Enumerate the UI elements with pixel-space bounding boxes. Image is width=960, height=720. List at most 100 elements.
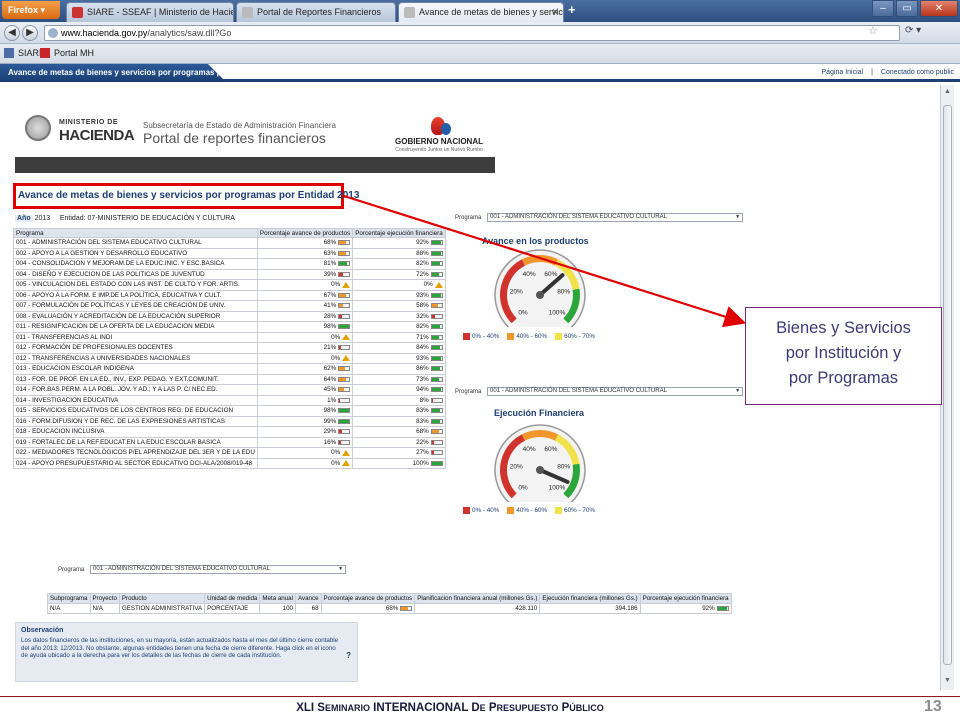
year-value: 2013 — [34, 215, 51, 222]
table-row[interactable]: 011 - TRANSFERENCIAS AL INDI 0% 71% — [13, 331, 446, 343]
progress-bar — [430, 376, 443, 382]
table-row[interactable]: 001 - ADMINISTRACIÓN DEL SISTEMA EDUCATI… — [13, 237, 446, 249]
tab-avance-metas[interactable]: Avance de metas de bienes y servicio... … — [398, 2, 564, 22]
program-name[interactable]: 011 - RESIGNIFICACION DE LA OFERTA DE LA… — [13, 321, 258, 333]
pct-cell: 21% — [256, 342, 354, 354]
col-avance[interactable]: Porcentaje avance de productos — [256, 228, 354, 238]
back-icon[interactable]: ◀ — [4, 25, 20, 41]
reload-icon[interactable]: ⟳ ▾ — [905, 25, 921, 36]
table-row[interactable]: 012 - FORMACIÓN DE PROFESIONALES DOCENTE… — [13, 342, 446, 354]
maximize-icon[interactable]: ▭ — [896, 0, 918, 17]
program-name[interactable]: 007 - FORMULACIÓN DE POLÍTICAS Y LEYES D… — [13, 300, 258, 312]
program-dropdown[interactable]: 001 - ADMINISTRACIÓN DEL SISTEMA EDUCATI… — [487, 213, 744, 222]
program-name[interactable]: 015 - SERVICIOS EDUCATIVOS DE LOS CENTRO… — [13, 405, 258, 417]
col-plan[interactable]: Planificacion financiera anual (millones… — [414, 593, 541, 604]
table-row[interactable]: 011 - RESIGNIFICACION DE LA OFERTA DE LA… — [13, 321, 446, 333]
progress-fill — [339, 377, 346, 381]
col-proyecto[interactable]: Proyecto — [89, 593, 120, 604]
progress-bar — [716, 606, 729, 611]
program-name[interactable]: 014 - INVESTIGACION EDUCATIVA — [13, 394, 258, 406]
minimize-icon[interactable]: – — [872, 0, 894, 17]
app-header: Avance de metas de bienes y servicios po… — [0, 64, 960, 82]
table-row[interactable]: 022 - MEDIADORES TECNOLÓGICOS P/EL APREN… — [13, 447, 446, 459]
program-name[interactable]: 019 - FORTALEC.DE LA REF.EDUCAT.EN LA ED… — [13, 436, 258, 448]
program-name[interactable]: 013 - EDUCACION ESCOLAR INDIGENA — [13, 363, 258, 375]
gobierno-nacional-logo: GOBIERNO NACIONAL Construyendo Juntos un… — [389, 117, 489, 157]
program-name[interactable]: 006 - APOYO A LA FORM. E IMP.DE LA POLÍT… — [13, 289, 258, 301]
bookmark-star-icon[interactable]: ☆ — [868, 24, 878, 37]
table-row[interactable]: 012 - TRANSFERENCIAS A UNIVERSIDADES NAC… — [13, 352, 446, 364]
scroll-thumb[interactable] — [943, 105, 952, 665]
pct-cell: 81% — [256, 258, 354, 270]
program-name[interactable]: 022 - MEDIADORES TECNOLÓGICOS P/EL APREN… — [13, 447, 258, 459]
program-name[interactable]: 002 - APOYO A LA GESTION Y DESARROLLO ED… — [13, 247, 258, 259]
progress-fill — [431, 335, 439, 339]
table-row[interactable]: 016 - FORM.DIFUSION Y DE REC. DE LAS EXP… — [13, 415, 446, 427]
col-avance[interactable]: Avance — [295, 593, 322, 604]
pct-value: 63% — [323, 249, 337, 257]
table-row[interactable]: 013 - EDUCACION ESCOLAR INDIGENA 62% 86% — [13, 363, 446, 375]
program-name[interactable]: 011 - TRANSFERENCIAS AL INDI — [13, 331, 258, 343]
table-row[interactable]: 013 - FOR. DE PROF. EN LA ED., INV., EXP… — [13, 373, 446, 385]
program-name[interactable]: 012 - FORMACIÓN DE PROFESIONALES DOCENTE… — [13, 342, 258, 354]
col-producto[interactable]: Producto — [118, 593, 206, 604]
col-ejecucion[interactable]: Porcentaje ejecución financiera — [352, 228, 446, 238]
forward-icon[interactable]: ▶ — [22, 25, 38, 41]
progress-bar — [430, 439, 443, 445]
pct-cell: 41% — [256, 300, 354, 312]
firefox-menu-button[interactable]: Firefox ▾ — [2, 1, 60, 19]
new-tab-button[interactable]: + — [568, 2, 576, 17]
table-row[interactable]: 006 - APOYO A LA FORM. E IMP.DE LA POLÍT… — [13, 289, 446, 301]
help-icon[interactable]: ? — [346, 651, 351, 660]
col-programa[interactable]: Programa — [13, 228, 258, 238]
bookmark-portal-mh[interactable]: Portal MH — [40, 48, 94, 58]
program-name[interactable]: 004 - DISEÑO Y EJECUCION DE LAS POLITICA… — [13, 268, 258, 280]
table-row[interactable]: 018 - EDUCACION INCLUSIVA 29% 68% — [13, 426, 446, 438]
scroll-up-icon[interactable]: ▲ — [943, 88, 952, 95]
col-pct-avance[interactable]: Porcentaje avance de productos — [320, 593, 416, 604]
connected-as-link[interactable]: Conectado como public — [881, 69, 954, 76]
table-row[interactable]: 019 - FORTALEC.DE LA REF.EDUCAT.EN LA ED… — [13, 436, 446, 448]
program-name[interactable]: 012 - TRANSFERENCIAS A UNIVERSIDADES NAC… — [13, 352, 258, 364]
program-name[interactable]: 004 - CONSOLIDACION Y MEJORAM.DE LA EDUC… — [13, 258, 258, 270]
table-row[interactable]: 007 - FORMULACIÓN DE POLÍTICAS Y LEYES D… — [13, 300, 446, 312]
gauge-tick-label: 100% — [549, 309, 566, 316]
vertical-scrollbar[interactable]: ▲ ▼ — [940, 85, 954, 690]
close-window-icon[interactable]: ✕ — [920, 0, 958, 17]
table-row[interactable]: 002 - APOYO A LA GESTION Y DESARROLLO ED… — [13, 247, 446, 259]
table-row[interactable]: 014 - FOR.BAS.PERM. A LA POBL. JOV. Y AD… — [13, 384, 446, 396]
progress-bar — [430, 271, 443, 277]
table-row[interactable]: 005 - VINCULACION DEL ESTADO CON LAS INS… — [13, 279, 446, 291]
legend-label: 0% - 40% — [472, 333, 500, 341]
col-subprograma[interactable]: Subprograma — [47, 593, 91, 604]
col-unidad[interactable]: Unidad de medida — [204, 593, 261, 604]
col-pct-ejec[interactable]: Porcentaje ejecución financiera — [639, 593, 732, 604]
col-ejec[interactable]: Ejecución financiera (millones Gs.) — [539, 593, 641, 604]
table-row[interactable]: 008 - EVALUACIÓN Y ACREDITACIÓN DE LA ED… — [13, 310, 446, 322]
program-dropdown[interactable]: 001 - ADMINISTRACIÓN DEL SISTEMA EDUCATI… — [487, 387, 744, 396]
table-row[interactable]: 015 - SERVICIOS EDUCATIVOS DE LOS CENTRO… — [13, 405, 446, 417]
bookmark-siare[interactable]: SIARE — [4, 48, 45, 58]
program-name[interactable]: 005 - VINCULACION DEL ESTADO CON LAS INS… — [13, 279, 258, 291]
program-name[interactable]: 016 - FORM.DIFUSION Y DE REC. DE LAS EXP… — [13, 415, 258, 427]
close-tab-icon[interactable]: ✕ — [551, 3, 559, 21]
program-name[interactable]: 008 - EVALUACIÓN Y ACREDITACIÓN DE LA ED… — [13, 310, 258, 322]
progress-fill — [431, 461, 442, 465]
home-page-link[interactable]: Página Inicial — [821, 69, 863, 76]
program-name[interactable]: 018 - EDUCACION INCLUSIVA — [13, 426, 258, 438]
program-name[interactable]: 024 - APOYO PRESUPUESTARIO AL SECTOR EDU… — [13, 457, 258, 469]
program-name[interactable]: 013 - FOR. DE PROF. EN LA ED., INV., EXP… — [13, 373, 258, 385]
col-meta[interactable]: Meta anual — [259, 593, 296, 604]
table-row[interactable]: 004 - DISEÑO Y EJECUCION DE LAS POLITICA… — [13, 268, 446, 280]
url-bar[interactable]: www.hacienda.gov.py/analytics/saw.dll?Go — [44, 25, 900, 41]
tab-portal-reportes[interactable]: Portal de Reportes Financieros — [236, 2, 396, 22]
table-row[interactable]: 024 - APOYO PRESUPUESTARIO AL SECTOR EDU… — [13, 457, 446, 469]
scroll-down-icon[interactable]: ▼ — [943, 677, 952, 684]
tab-siare[interactable]: SIARE - SSEAF | Ministerio de Hacienda — [66, 2, 234, 22]
table-row[interactable]: 014 - INVESTIGACION EDUCATIVA 1% 8% — [13, 394, 446, 406]
pct-value: 81% — [323, 260, 337, 268]
program-name[interactable]: 001 - ADMINISTRACIÓN DEL SISTEMA EDUCATI… — [13, 237, 258, 249]
program-name[interactable]: 014 - FOR.BAS.PERM. A LA POBL. JOV. Y AD… — [13, 384, 258, 396]
program-dropdown[interactable]: 001 - ADMINISTRACIÓN DEL SISTEMA EDUCATI… — [90, 565, 347, 574]
table-row[interactable]: 004 - CONSOLIDACION Y MEJORAM.DE LA EDUC… — [13, 258, 446, 270]
